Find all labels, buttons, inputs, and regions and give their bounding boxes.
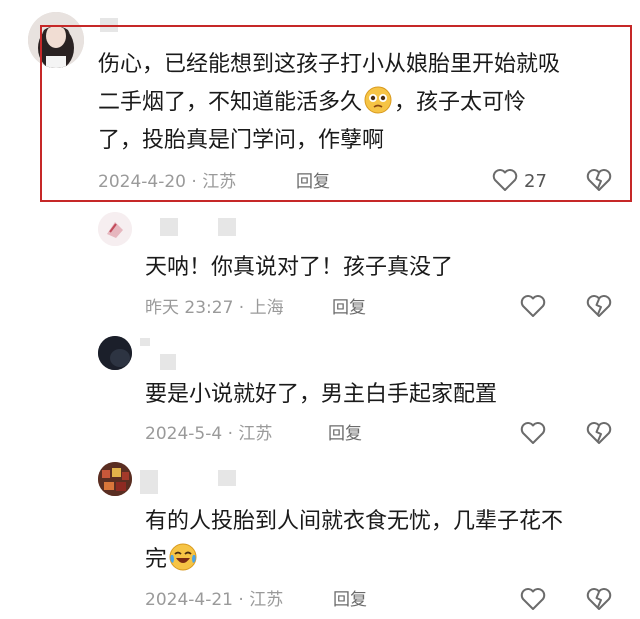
crying-laughing-emoji-icon xyxy=(169,543,197,571)
worried-face-emoji-icon xyxy=(364,86,392,114)
comment-text: 伤心，已经能想到这孩子打小从娘胎里开始就吸 二手烟了，不知道能活多久 ，孩子太可… xyxy=(98,46,618,160)
comment-meta: 2024-4-21 · 江苏 xyxy=(145,590,284,610)
avatar[interactable] xyxy=(98,336,132,370)
reply-button[interactable]: 回复 xyxy=(328,422,362,446)
comment-text: 有的人投胎到人间就衣食无忧，几辈子花不 完 xyxy=(145,503,615,579)
comment-text: 要是小说就好了，男主白手起家配置 xyxy=(145,382,498,407)
username-blurred[interactable] xyxy=(140,470,158,494)
comment-line: 了，投胎真是门学问，作孽啊 xyxy=(98,128,385,153)
avatar[interactable] xyxy=(98,212,132,246)
comment-line: 完 xyxy=(145,541,615,579)
username-blurred[interactable] xyxy=(160,354,176,370)
heart-outline-icon[interactable] xyxy=(492,168,518,192)
broken-heart-icon[interactable] xyxy=(586,587,612,611)
comment-line: 有的人投胎到人间就衣食无忧，几辈子花不 xyxy=(145,509,564,534)
username-blurred[interactable] xyxy=(218,218,236,236)
heart-outline-icon[interactable] xyxy=(520,421,546,445)
broken-heart-icon[interactable] xyxy=(586,421,612,445)
comment-line-part: 二手烟了，不知道能活多久 xyxy=(98,90,363,115)
comment-line-part: ，孩子太可怜 xyxy=(394,90,527,115)
username-blurred[interactable] xyxy=(218,470,236,486)
comment-meta: 2024-5-4 · 江苏 xyxy=(145,424,273,444)
username-blurred[interactable] xyxy=(160,218,178,236)
broken-heart-icon[interactable] xyxy=(586,168,612,192)
heart-outline-icon[interactable] xyxy=(520,587,546,611)
reply-button[interactable]: 回复 xyxy=(296,170,330,194)
comment-meta: 昨天 23:27 · 上海 xyxy=(145,298,284,318)
avatar[interactable] xyxy=(98,462,132,496)
comment-line: 二手烟了，不知道能活多久 ，孩子太可怜 xyxy=(98,84,618,122)
reply-button[interactable]: 回复 xyxy=(332,296,366,320)
username-blurred[interactable] xyxy=(140,338,150,346)
like-count: 27 xyxy=(524,171,547,192)
comment-text: 天呐！你真说对了！孩子真没了 xyxy=(145,255,454,280)
heart-outline-icon[interactable] xyxy=(520,294,546,318)
comment-line: 伤心，已经能想到这孩子打小从娘胎里开始就吸 xyxy=(98,52,561,77)
comment-meta: 2024-4-20 · 江苏 xyxy=(98,172,237,192)
reply-button[interactable]: 回复 xyxy=(333,588,367,612)
comment-line-part: 完 xyxy=(145,547,168,572)
broken-heart-icon[interactable] xyxy=(586,294,612,318)
